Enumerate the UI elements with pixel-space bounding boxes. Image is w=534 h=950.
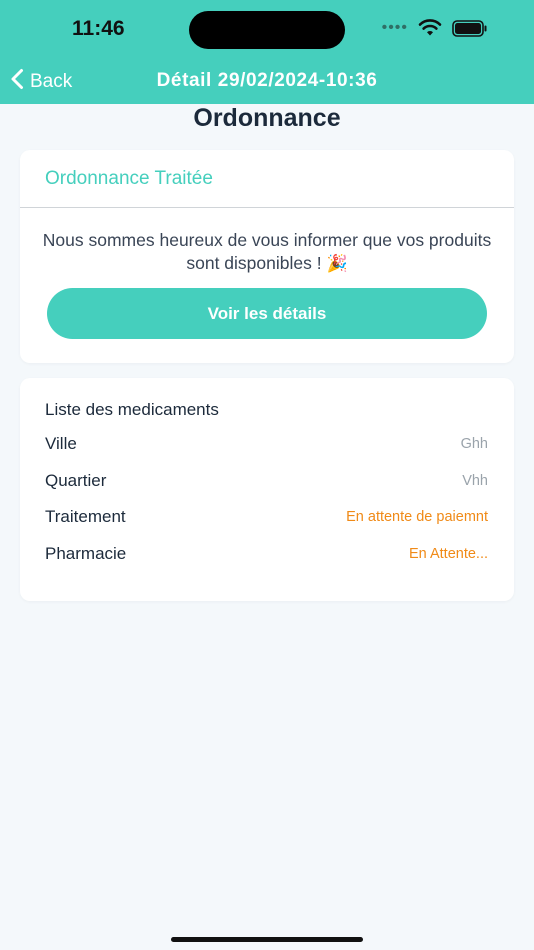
row-value: Vhh xyxy=(462,473,488,489)
status-message-text: Nous sommes heureux de vous informer que… xyxy=(42,230,492,273)
divider xyxy=(20,207,514,208)
row-label: Traitement xyxy=(45,507,126,526)
page-title: Ordonnance xyxy=(193,104,341,132)
info-row-ville: Ville Ghh xyxy=(45,432,488,456)
medications-title: Liste des medicaments xyxy=(45,400,219,419)
screen: 11:46 •••• Back Détail 29/02/2024-10:36 … xyxy=(0,0,534,950)
nav-title: Détail 29/02/2024-10:36 xyxy=(156,70,378,91)
row-value: En Attente... xyxy=(409,546,488,562)
row-value: Ghh xyxy=(460,436,488,452)
row-label: Quartier xyxy=(45,471,107,490)
wifi-icon xyxy=(418,19,442,37)
view-details-button[interactable]: Voir les détails xyxy=(47,288,487,339)
status-message: Nous sommes heureux de vous informer que… xyxy=(40,229,494,275)
info-row-traitement: Traitement En attente de paiemnt xyxy=(45,505,488,529)
header: 11:46 •••• Back Détail 29/02/2024-10:36 xyxy=(0,0,534,104)
dynamic-island xyxy=(189,11,345,49)
status-time: 11:46 xyxy=(72,17,125,40)
medications-card: Liste des medicaments Ville Ghh Quartier… xyxy=(20,378,514,601)
status-title: Ordonnance Traitée xyxy=(45,168,213,189)
status-card: Ordonnance Traitée Nous sommes heureux d… xyxy=(20,150,514,363)
info-row-pharmacie: Pharmacie En Attente... xyxy=(45,542,488,566)
row-value: En attente de paiemnt xyxy=(346,509,488,525)
home-indicator[interactable] xyxy=(171,937,363,942)
signal-dots-icon: •••• xyxy=(381,19,408,36)
status-icons: •••• xyxy=(382,19,488,37)
info-row-quartier: Quartier Vhh xyxy=(45,469,488,493)
row-label: Pharmacie xyxy=(45,544,127,563)
battery-icon xyxy=(452,19,488,37)
party-popper-icon: 🎉 xyxy=(326,254,348,273)
row-label: Ville xyxy=(45,434,77,453)
